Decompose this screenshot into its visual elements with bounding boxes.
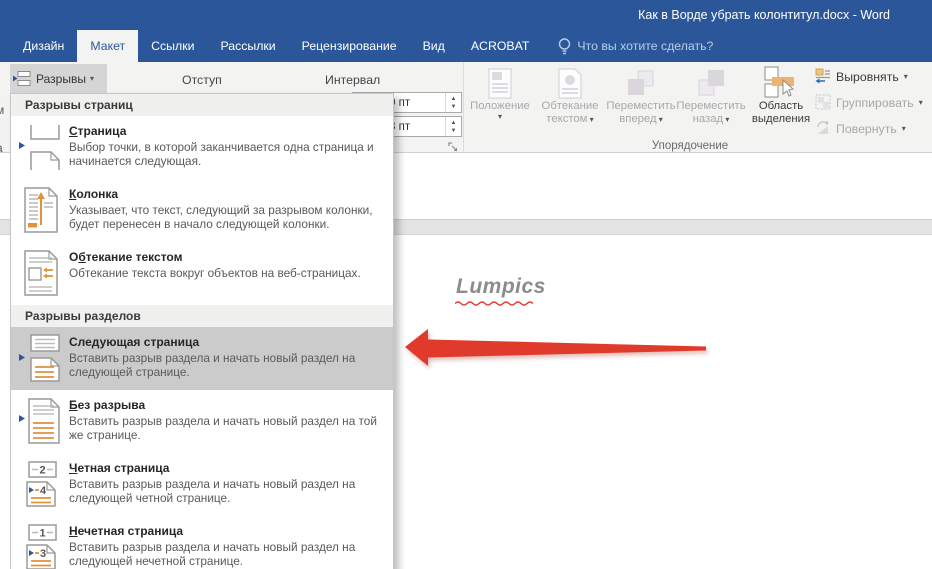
menu-item-description: Вставить разрыв раздела и начать новый р… [69,540,381,568]
send-backward-icon [696,66,726,100]
menu-item-description: Вставить разрыв раздела и начать новый р… [69,414,381,442]
selection-pane-button[interactable]: Областьвыделения [745,64,817,126]
menu-section-header: Разрывы страниц [11,94,393,116]
rotate-button[interactable]: Повернуть▾ [815,116,930,142]
tab-макет[interactable]: Макет [77,30,138,62]
wrap-text-button[interactable]: Обтеканиетекстом ▾ [535,64,605,126]
clipped-ribbon-text: м [0,103,4,117]
document-logo-text: Lumpics [456,275,546,299]
arrange-group-label: Упорядочение [520,140,860,152]
menu-item-description: Вставить разрыв раздела и начать новый р… [69,351,381,379]
menu-item-description: Обтекание текста вокруг объектов на веб-… [69,266,381,280]
cont-break-icon [13,397,69,445]
rotate-label: Повернуть [836,122,897,136]
rotate-icon [815,120,831,139]
position-icon [488,66,513,100]
group-label: Группировать [836,96,914,110]
stepper-arrows[interactable]: ▲▼ [445,93,461,112]
breaks-dropdown-menu: Разрывы страницСтраницаВыбор точки, в ко… [10,93,394,569]
wrap-break-icon [13,249,69,297]
menu-item-description: Выбор точки, в которой заканчивается одн… [69,140,381,168]
align-button[interactable]: Выровнять▾ [815,64,930,90]
tab-рецензирование[interactable]: Рецензирование [289,30,410,62]
menu-item-title: Четная страница [69,460,381,476]
menu-item-title: Нечетная страница [69,523,381,539]
tab-ссылки[interactable]: Ссылки [138,30,207,62]
tab-вид[interactable]: Вид [410,30,458,62]
group-divider [463,62,464,152]
tell-me-label: Что вы хотите сделать? [577,39,713,53]
menu-item-четная-страница[interactable]: 24Четная страницаВставить разрыв раздела… [11,453,393,516]
align-icon [815,68,831,87]
breaks-button[interactable]: Разрывы ▾ [10,64,107,93]
group-button[interactable]: Группировать▾ [815,90,930,116]
menu-section-header: Разрывы разделов [11,305,393,327]
menu-item-description: Вставить разрыв раздела и начать новый р… [69,477,381,505]
annotation-arrow [400,322,712,372]
indent-label: Отступ [182,73,222,87]
column-break-icon [13,186,69,234]
menu-item-следующая-страница[interactable]: Следующая страницаВставить разрыв раздел… [11,327,393,390]
menu-item-колонка[interactable]: КолонкаУказывает, что текст, следующий з… [11,179,393,242]
arrange-group-buttons: Положение▾ Обтеканиетекстом ▾ Переместитьв… [465,64,817,126]
ribbon-tab-row: ДизайнМакетСсылкиРассылкиРецензированиеВ… [0,30,932,62]
breaks-button-label: Разрывы [36,72,86,86]
selection-pane-label: Областьвыделения [752,100,810,126]
spacing-label: Интервал [325,73,380,87]
group-icon [815,94,831,113]
tell-me-box[interactable]: Что вы хотите сделать? [558,30,713,62]
even-break-icon: 24 [13,460,69,508]
menu-item-title: Обтекание текстом [69,249,381,265]
wrap-text-label: Обтеканиетекстом ▾ [542,100,599,126]
tab-acrobat[interactable]: ACROBAT [458,30,543,62]
menu-item-страница[interactable]: СтраницаВыбор точки, в которой заканчива… [11,116,393,179]
spellcheck-wavy-underline [455,300,535,306]
bring-forward-button[interactable]: Переместитьвперед ▾ [605,64,677,126]
title-bar: Как в Ворде убрать колонтитул.docx - Wor… [0,0,932,30]
next-break-icon [13,334,69,382]
word-window: Как в Ворде убрать колонтитул.docx - Wor… [0,0,932,569]
svg-text:4: 4 [40,485,47,497]
chevron-down-icon: ▾ [90,75,94,83]
menu-item-нечетная-страница[interactable]: 13Нечетная страницаВставить разрыв разде… [11,516,393,569]
svg-text:2: 2 [39,465,45,477]
align-label: Выровнять [836,70,899,84]
lightbulb-icon [558,37,571,55]
bring-forward-icon [626,66,656,100]
page-break-icon [13,123,69,171]
bring-forward-label: Переместитьвперед ▾ [606,100,675,126]
menu-item-обтекание-текстом[interactable]: Обтекание текстомОбтекание текста вокруг… [11,242,393,305]
page-break-icon [13,70,32,87]
position-button[interactable]: Положение▾ [465,64,535,126]
window-title: Как в Ворде убрать колонтитул.docx - Wor… [638,8,890,22]
menu-item-title: Без разрыва [69,397,381,413]
odd-break-icon: 13 [13,523,69,569]
wrap-text-icon [558,66,583,100]
menu-item-description: Указывает, что текст, следующий за разры… [69,203,381,231]
menu-item-title: Колонка [69,186,381,202]
tab-рассылки[interactable]: Рассылки [207,30,288,62]
stepper-arrows[interactable]: ▲▼ [445,117,461,136]
arrange-mini-buttons: Выровнять▾Группировать▾Повернуть▾ [815,64,930,142]
position-label: Положение▾ [470,100,530,121]
menu-item-без-разрыва[interactable]: Без разрываВставить разрыв раздела и нач… [11,390,393,453]
svg-text:1: 1 [39,528,45,540]
selection-pane-icon [764,66,798,100]
menu-item-title: Следующая страница [69,334,381,350]
send-backward-button[interactable]: Переместитьназад ▾ [677,64,745,126]
tab-дизайн[interactable]: Дизайн [10,30,77,62]
menu-item-title: Страница [69,123,381,139]
svg-text:3: 3 [40,548,46,560]
send-backward-label: Переместитьназад ▾ [676,100,745,126]
